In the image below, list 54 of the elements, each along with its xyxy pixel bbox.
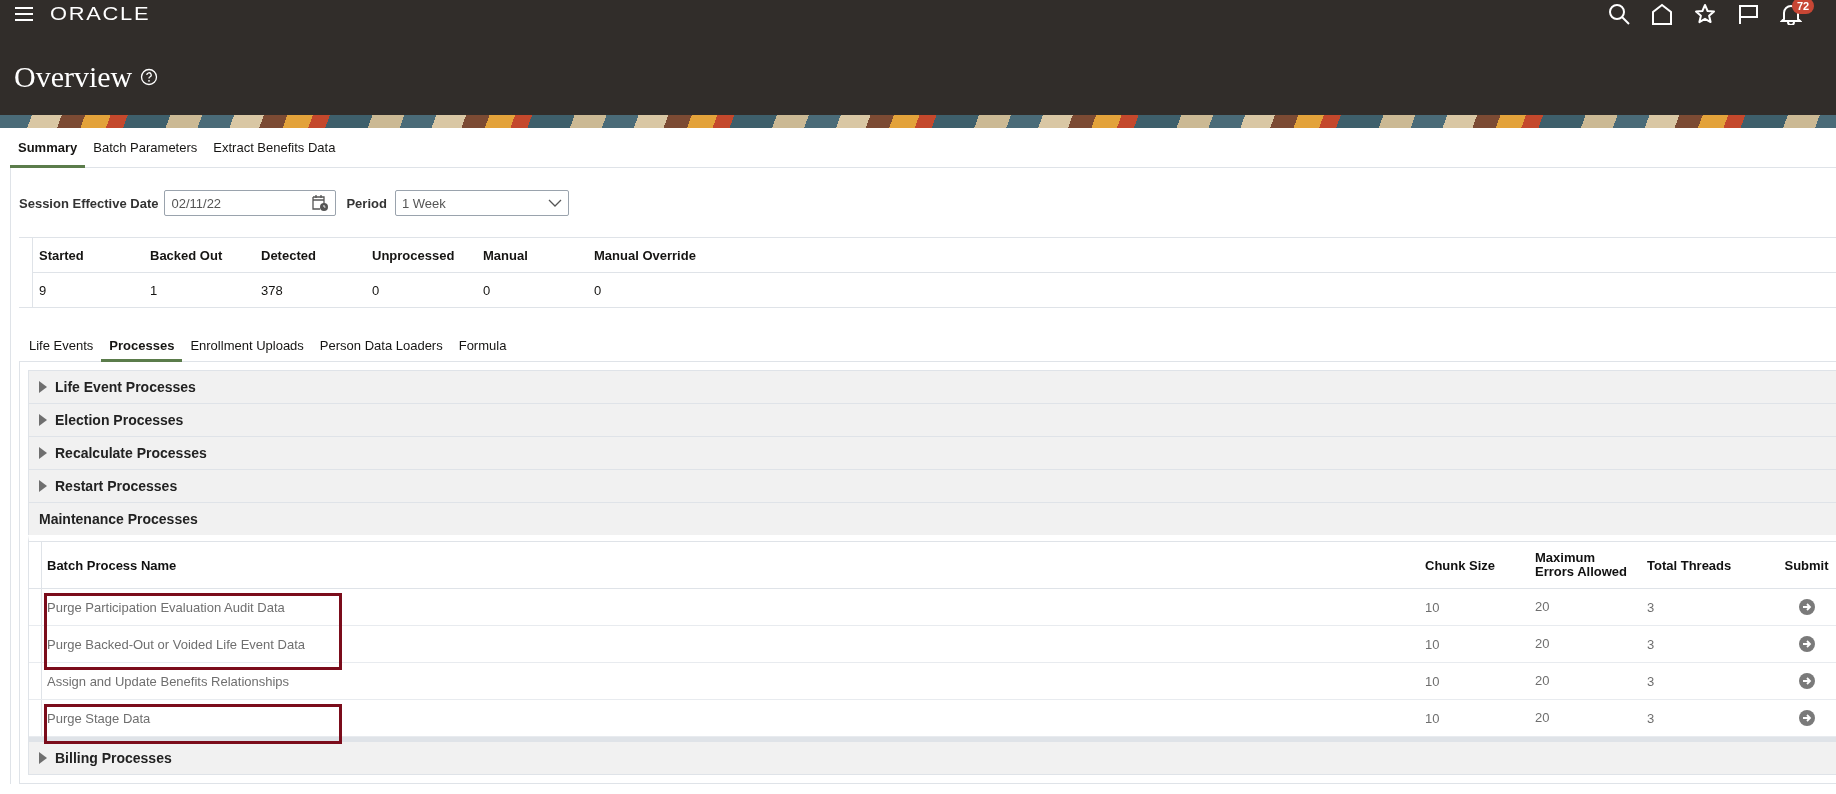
process-link[interactable]: Purge Stage Data [47,710,151,726]
table-cell-text: 20 [1534,709,1551,727]
table-cell-text: 3 [1646,709,1656,728]
column-header: Backed Out [144,238,255,273]
page-title: Overview [14,60,133,94]
process-link[interactable]: Purge Participation Evaluation Audit Data [47,599,285,615]
column-header: Manual [477,238,588,273]
tab[interactable]: Enrollment Uploads [182,328,312,362]
column-header: Started [33,238,144,273]
table-cell-text: 3 [1646,635,1656,654]
tab[interactable]: Batch Parameters [85,128,206,168]
date-field[interactable]: 02/11/22 [164,190,337,216]
table-cell-text: 378 [260,281,284,300]
tab[interactable]: Processes [101,328,183,362]
section-header[interactable]: Recalculate Processes [28,436,1836,469]
column-header: Manual Override [588,238,748,273]
column-header: Chunk Size [1424,556,1497,575]
column-header: Total Threads [1646,556,1733,575]
column-header: Maximum Errors Allowed [1534,549,1628,581]
table-cell-text: 10 [1424,598,1441,617]
section-header[interactable]: Election Processes [28,403,1836,436]
column-header: Detected [255,238,366,273]
table-cell-text: 9 [38,281,48,300]
tab[interactable]: Summary [10,128,86,168]
field-label: Session Effective Date [19,195,159,211]
table-cell-text: 10 [1424,635,1441,654]
table-cell-text: 3 [1646,598,1656,617]
table-cell-text: 10 [1424,672,1441,691]
section-header[interactable]: Life Event Processes [28,370,1836,403]
table-cell-text: 20 [1534,635,1551,653]
table-cell-text: 20 [1534,598,1551,616]
tab[interactable]: Extract Benefits Data [205,128,344,168]
table-cell-text: 10 [1424,709,1441,728]
column-header: Unprocessed [366,238,477,273]
field-label: Period [346,195,387,211]
section-header[interactable]: Maintenance Processes [28,502,1836,535]
table-cell-text: 0 [482,281,492,300]
process-link[interactable]: Assign and Update Benefits Relationships [47,673,290,689]
column-header: Batch Process Name [46,556,178,575]
tab[interactable]: Formula [450,328,515,362]
table-cell-text: 1 [149,281,159,300]
process-link[interactable]: Purge Backed-Out or Voided Life Event Data [47,636,305,652]
table-cell-text: 3 [1646,672,1656,691]
tab[interactable]: Person Data Loaders [311,328,451,362]
notification-badge: 72 [1792,0,1815,14]
section-header[interactable]: Restart Processes [28,469,1836,502]
table-cell-text: 0 [371,281,381,300]
tab[interactable]: Life Events [21,328,102,362]
table-cell-text: 0 [593,281,603,300]
logo-text[interactable]: ORACLE [50,3,151,25]
period-dropdown[interactable]: 1 Week [394,190,569,216]
section-header[interactable]: Billing Processes [28,741,1836,775]
table-cell-text: 20 [1534,672,1551,690]
column-header: Submit [1783,556,1830,575]
